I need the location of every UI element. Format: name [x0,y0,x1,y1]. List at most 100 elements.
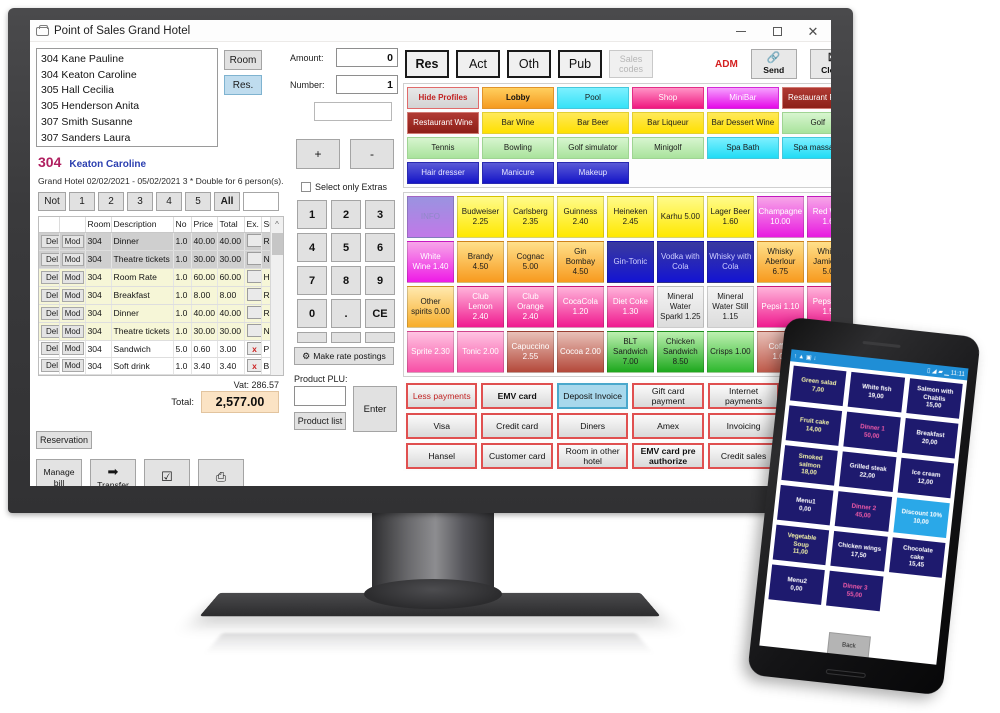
product-button-club-lemon-2-40[interactable]: Club Lemon 2.40 [456,286,504,328]
minus-button[interactable]: - [350,139,394,169]
cell-delete[interactable]: Del [39,357,60,375]
key-8[interactable]: 8 [331,266,361,295]
payment-button-emv-card-pre-authorize[interactable]: EMV card pre authorize [632,443,704,469]
product-button-cocacola-1-20[interactable]: CocaCola 1.20 [556,286,604,328]
phone-product-button-menu2-0-00[interactable]: Menu2 0,00 [767,563,827,607]
manage-bill-lines-button[interactable]: Manage bill lines [36,459,82,486]
phone-product-button-dinner-1-50-00[interactable]: Dinner 1 50,00 [842,410,902,454]
table-row[interactable]: Del Mod 304 Dinner 1.0 40.00 40.00 R [39,304,278,323]
category-button-bar-dessert-wine[interactable]: Bar Dessert Wine [706,112,779,134]
delete-line-button[interactable]: Del [41,234,58,248]
cell-modify[interactable]: Mod [59,250,86,269]
category-button-lobby[interactable]: Lobby [481,87,554,109]
cell-modify[interactable]: Mod [59,286,86,305]
extras-toggle[interactable] [246,323,260,337]
cell-modify[interactable]: Mod [59,340,86,358]
delete-line-button[interactable]: Del [41,252,58,266]
category-button-bar-wine[interactable]: Bar Wine [481,112,554,134]
phone-product-button-dinner-3-55-00[interactable]: Dinner 3 55,00 [825,569,885,613]
cell-ex[interactable]: x [244,374,262,375]
filter-1-button[interactable]: 1 [69,192,95,211]
payment-button-credit-sales[interactable]: Credit sales [707,443,780,469]
mode-act-button[interactable]: Act [456,50,500,78]
minimize-button[interactable] [723,20,759,42]
cell-delete[interactable]: Del [39,232,60,251]
product-button-info[interactable]: INFO [407,196,454,238]
modify-line-button[interactable]: Mod [61,359,84,372]
modify-line-button[interactable]: Mod [61,234,84,248]
table-row[interactable]: Del Mod 304 Theatre tickets 1.0 30.00 30.00 N [39,250,278,269]
extras-toggle[interactable] [246,233,260,247]
list-item[interactable]: 307 Smith Susanne [41,115,213,131]
product-button-heineken-2-45[interactable]: Heineken 2.45 [606,196,654,238]
product-button-vodka-with-cola[interactable]: Vodka with Cola [656,241,704,283]
filter-input[interactable] [243,192,279,211]
payment-button-hansel[interactable]: Hansel [406,443,478,469]
mode-pub-button[interactable]: Pub [558,50,602,78]
key-decimal[interactable]: . [331,299,361,328]
modify-line-button[interactable]: Mod [61,252,84,266]
table-row[interactable]: Del Mod 304 Theatre tickets 1.0 30.00 30.00 N [39,322,278,341]
delete-line-button[interactable]: Del [41,324,58,338]
table-row[interactable]: Del Mod 304 Breakfast 1.0 8.00 8.00 R [39,286,278,305]
extras-toggle[interactable] [246,269,260,283]
product-button-club-orange-2-40[interactable]: Club Orange 2.40 [506,286,554,328]
res-button[interactable]: Res. [224,75,262,95]
key-5[interactable]: 5 [331,233,361,262]
transfer-bill-button[interactable]: ➡ Transfer bill [90,459,136,486]
cell-delete[interactable]: Del [39,286,60,305]
scroll-thumb[interactable] [272,233,283,255]
category-button-pool[interactable]: Pool [556,87,629,109]
key-blank-1[interactable] [297,332,327,343]
delete-line-button[interactable]: Del [41,288,58,302]
filter-all-button[interactable]: All [214,192,240,211]
extras-toggle[interactable] [246,305,260,319]
category-button-bar-beer[interactable]: Bar Beer [556,112,629,134]
guest-list[interactable]: 304 Kane Pauline 304 Keaton Caroline 305… [36,48,218,147]
filter-not-button[interactable]: Not [38,192,66,211]
enter-button[interactable]: Enter [353,386,397,432]
product-button-budweiser-2-25[interactable]: Budweiser 2.25 [456,196,504,238]
cell-ex[interactable] [244,322,262,341]
category-button-shop[interactable]: Shop [631,87,704,109]
list-item[interactable]: 304 Kane Pauline [41,52,213,68]
cell-modify[interactable]: Mod [59,322,86,341]
phone-product-button-green-salad-7-00[interactable]: Green salad 7,00 [788,364,848,408]
phone-product-button-dinner-2-45-00[interactable]: Dinner 2 45,00 [833,490,893,533]
phone-product-button-ice-cream-12-00[interactable]: Ice cream 12,00 [896,456,956,500]
phone-product-button-menu1-0-00[interactable]: Menu1 0,00 [775,483,835,527]
category-button-restaurant-food[interactable]: Restaurant Food [781,87,831,109]
table-row[interactable]: DelMod304Soft drink1.03.403.40xB [39,374,278,375]
phone-product-button-white-fish-19-00[interactable]: White fish 19,00 [846,370,906,414]
key-6[interactable]: 6 [365,233,395,262]
payment-button-room-in-other-hotel[interactable]: Room in other hotel [556,443,629,469]
key-4[interactable]: 4 [297,233,327,262]
phone-product-button-vegetable-soup-11-00[interactable]: Vegetable Soup 11,00 [771,523,831,567]
mode-res-button[interactable]: Res [405,50,449,78]
category-button-restaurant-wine[interactable]: Restaurant Wine [407,112,479,134]
product-button-whisky-jamieson-5-00[interactable]: Whisky Jamieson 5.00 [806,241,831,283]
phone-product-button-breakfast-20-00[interactable]: Breakfast 20,00 [900,416,960,460]
cell-ex[interactable] [244,268,262,287]
product-button-white-wine-1-40[interactable]: White Wine 1.40 [407,241,454,283]
phone-product-button-smoked-salmon-18-00[interactable]: Smoked salmon 18,00 [780,444,840,487]
category-button-minibar[interactable]: MiniBar [706,87,779,109]
table-row[interactable]: DelMod304Soft drink1.03.403.40xB [39,357,278,375]
cell-delete[interactable]: Del [39,340,60,358]
product-button-whisky-with-cola[interactable]: Whisky with Cola [706,241,754,283]
cell-modify[interactable]: Mod [59,232,86,251]
list-item[interactable]: 307 Sanders Laura [41,131,213,146]
cell-delete[interactable]: Del [39,250,60,269]
cell-modify[interactable]: Mod [59,357,86,375]
product-button-whisky-aberlour-6-75[interactable]: Whisky Aberlour 6.75 [756,241,804,283]
number-input[interactable]: 1 [336,75,398,94]
product-button-mineral-water-sparkl-1-25[interactable]: Mineral Water Sparkl 1.25 [656,286,704,328]
phone-product-button-grilled-steak-22-00[interactable]: Grilled steak 22,00 [838,450,898,494]
filter-5-button[interactable]: 5 [185,192,211,211]
list-item[interactable]: 304 Keaton Caroline [41,68,213,84]
delete-line-button[interactable]: Del [41,359,58,372]
product-button-chicken-sandwich-8-50[interactable]: Chicken Sandwich 8.50 [656,331,704,373]
product-button-karhu-5-00[interactable]: Karhu 5.00 [656,196,704,238]
key-3[interactable]: 3 [365,200,395,229]
product-button-mineral-water-still-1-15[interactable]: Mineral Water Still 1.15 [706,286,754,328]
